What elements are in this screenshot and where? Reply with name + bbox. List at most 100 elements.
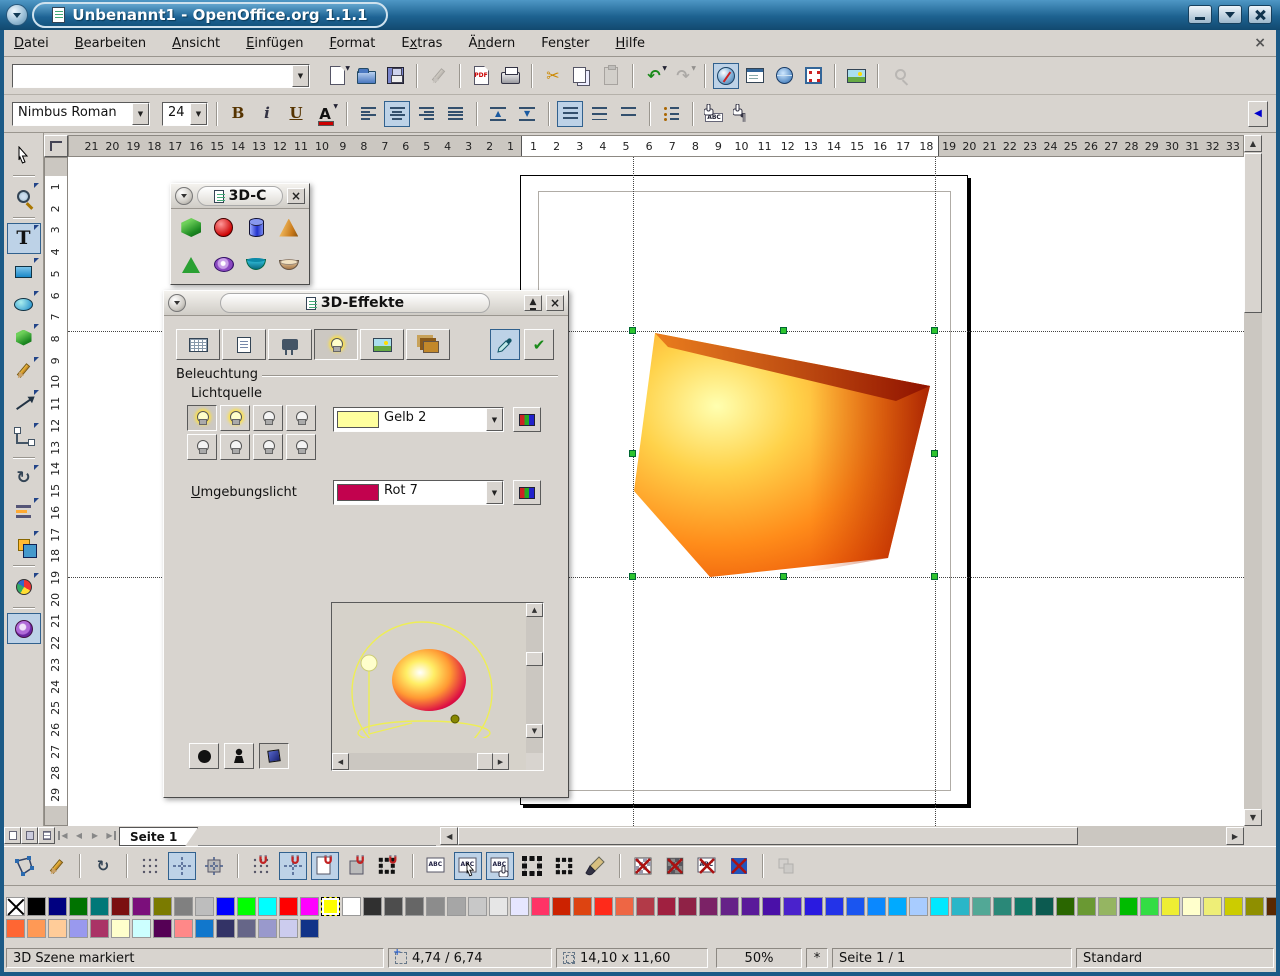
light-source-button[interactable] (220, 434, 250, 460)
pyramid-3d-button[interactable] (176, 249, 206, 281)
geometry-tab-button[interactable] (222, 329, 266, 360)
show-guides-button[interactable] (168, 852, 196, 880)
scroll-down-button[interactable]: ▼ (1244, 809, 1262, 826)
navigator-button[interactable] (713, 63, 739, 89)
color-swatch[interactable] (69, 897, 88, 916)
selection-handle[interactable] (629, 573, 636, 580)
light-source-button[interactable] (220, 405, 250, 431)
picture-placeholder-button[interactable] (629, 852, 657, 880)
cone-3d-button[interactable] (274, 212, 304, 244)
ruler-origin-button[interactable] (44, 135, 68, 157)
selection-handle[interactable] (931, 450, 938, 457)
curve-tool[interactable] (7, 355, 41, 386)
vertical-ruler[interactable]: 1234567891011121314151617181920212223242… (44, 157, 68, 826)
color-swatch[interactable] (279, 897, 298, 916)
character-dialog-button[interactable]: ABC (701, 101, 727, 127)
color-swatch[interactable] (699, 897, 718, 916)
copy-button[interactable] (569, 63, 595, 89)
menu-item[interactable]: Datei (14, 36, 49, 51)
align-center-button[interactable] (384, 101, 410, 127)
color-swatch[interactable] (867, 897, 886, 916)
color-swatch[interactable] (573, 897, 592, 916)
selection-handle[interactable] (629, 327, 636, 334)
menu-item[interactable]: Fenster (541, 36, 589, 51)
layer-mode-button[interactable] (38, 827, 55, 844)
color-swatch[interactable] (1056, 897, 1075, 916)
preview-scroll-up[interactable]: ▲ (526, 603, 543, 617)
color-swatch[interactable] (1119, 897, 1138, 916)
color-swatch[interactable] (783, 897, 802, 916)
text-tool[interactable]: T (7, 223, 41, 254)
underline-button[interactable]: U (283, 101, 309, 127)
show-grid-button[interactable] (136, 852, 164, 880)
selection-handle[interactable] (629, 450, 636, 457)
glue-points-button[interactable] (42, 852, 70, 880)
light-color-picker-button[interactable] (513, 407, 541, 432)
pipette-button[interactable] (490, 329, 520, 360)
3d-effects-close-button[interactable]: × (546, 295, 564, 311)
effects-tool[interactable] (7, 613, 41, 644)
shading-tab-button[interactable] (268, 329, 312, 360)
bold-button[interactable]: B (225, 101, 251, 127)
light-source-button[interactable] (253, 405, 283, 431)
selection-handle[interactable] (780, 573, 787, 580)
contour-placeholder-button[interactable] (661, 852, 689, 880)
scroll-left-button[interactable]: ◀ (440, 827, 458, 845)
color-swatch[interactable] (237, 897, 256, 916)
color-swatch[interactable] (195, 919, 214, 938)
minimize-button[interactable] (1188, 5, 1212, 24)
rollup-button[interactable]: ▲ (524, 295, 542, 311)
scroll-up-button[interactable]: ▲ (1244, 135, 1262, 152)
light-source-button[interactable] (286, 405, 316, 431)
color-swatch[interactable] (90, 919, 109, 938)
horizontal-scroll-thumb[interactable] (458, 827, 1078, 845)
menu-item[interactable]: Einfügen (246, 36, 303, 51)
color-swatch[interactable] (615, 897, 634, 916)
color-swatch[interactable] (90, 897, 109, 916)
color-swatch[interactable] (258, 919, 277, 938)
color-swatch[interactable] (27, 897, 46, 916)
decrease-spacing-button[interactable]: ▼ (514, 101, 540, 127)
illumination-preview[interactable]: ▲ ▼ ◀ ▶ (331, 602, 544, 771)
preview-hscroll-thumb[interactable] (477, 753, 493, 770)
arrange-tool[interactable] (7, 529, 41, 560)
font-name-dropdown[interactable]: ▼ (132, 103, 149, 125)
scroll-right-button[interactable]: ▶ (1226, 827, 1244, 845)
color-swatch[interactable] (1077, 897, 1096, 916)
color-swatch[interactable] (258, 897, 277, 916)
selection-handle[interactable] (931, 327, 938, 334)
italic-button[interactable]: i (254, 101, 280, 127)
color-swatch[interactable] (174, 919, 193, 938)
color-swatch[interactable] (111, 919, 130, 938)
window-menu-button[interactable] (6, 4, 28, 26)
color-swatch[interactable] (531, 897, 550, 916)
first-page-button[interactable]: ◀ (55, 827, 71, 844)
preview-lamp-mode-button[interactable] (224, 743, 254, 769)
color-swatch[interactable] (132, 919, 151, 938)
light-source-button[interactable] (253, 434, 283, 460)
menu-item[interactable]: Format (330, 36, 376, 51)
color-swatch[interactable] (930, 897, 949, 916)
open-button[interactable] (353, 63, 379, 89)
selection-handle[interactable] (780, 327, 787, 334)
toolbar-menu-button[interactable] (175, 187, 193, 205)
3d-objects-window[interactable]: 3D-C × (170, 183, 310, 285)
color-swatch[interactable] (153, 919, 172, 938)
horizontal-scrollbar[interactable]: ◀ ▶ (440, 826, 1244, 846)
line-placeholder-button[interactable] (725, 852, 753, 880)
color-swatch[interactable] (993, 897, 1012, 916)
previous-page-button[interactable]: ◀ (71, 827, 87, 844)
page-mode-button[interactable] (4, 827, 21, 844)
close-button[interactable] (1248, 5, 1272, 24)
textures-tab-button[interactable] (360, 329, 404, 360)
light-position-handle[interactable] (361, 655, 377, 671)
ellipse-tool[interactable] (7, 289, 41, 320)
menu-item[interactable]: Ändern (468, 36, 515, 51)
color-swatch[interactable] (636, 897, 655, 916)
half-sphere-3d-button[interactable] (274, 249, 304, 281)
url-combobox[interactable]: ▼ (12, 64, 310, 88)
toolbar-collapse-button[interactable]: ◀ (1248, 101, 1268, 127)
object-size-field[interactable]: 14,10 x 11,60 (556, 948, 708, 968)
color-swatch[interactable] (132, 897, 151, 916)
color-swatch[interactable] (888, 897, 907, 916)
